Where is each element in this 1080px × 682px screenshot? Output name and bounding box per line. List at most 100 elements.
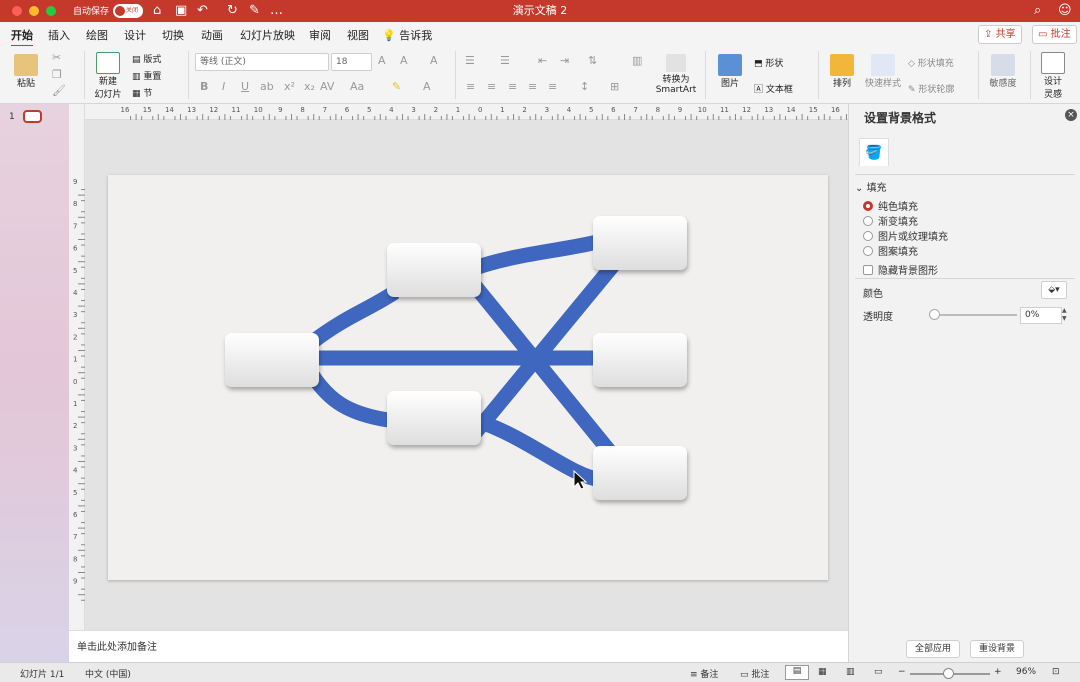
diagram-box-lower (387, 391, 481, 445)
shapes-button[interactable]: ⬒ 形状 (754, 56, 783, 69)
zoom-out-icon[interactable]: − (898, 667, 906, 677)
increase-indent-icon[interactable]: ⇥ (560, 54, 569, 67)
transparency-stepper[interactable]: ▲ ▼ (1062, 307, 1070, 324)
sensitivity-button[interactable]: 敏感度 (986, 54, 1020, 89)
char-spacing-icon[interactable]: AV (320, 80, 334, 93)
radio-pattern-fill[interactable]: 图案填充 (863, 243, 918, 258)
transparency-slider-track[interactable] (933, 314, 1017, 316)
paste-button[interactable]: 粘贴 (10, 54, 42, 89)
align-center-icon[interactable]: ≡ (487, 80, 496, 93)
comment-label: 批注 (1050, 29, 1071, 40)
fit-to-window-icon[interactable]: ⊡ (1052, 667, 1060, 677)
increase-font-icon[interactable]: A (378, 54, 386, 67)
notes-toggle[interactable]: ≡ 备注 (690, 667, 718, 680)
reading-view-icon[interactable]: ▥ (846, 667, 855, 677)
section-button[interactable]: ▦ 节 (132, 86, 152, 99)
change-case-icon[interactable]: Aa (350, 80, 364, 93)
hide-background-checkbox[interactable]: 隐藏背景图形 (863, 262, 938, 277)
reset-button[interactable]: ▥ 重置 (132, 69, 161, 82)
subscript-icon[interactable]: x₂ (304, 80, 315, 93)
comments-toggle[interactable]: ▭ 批注 (740, 667, 769, 680)
quick-styles-button[interactable]: 快速样式 (864, 54, 902, 89)
tab-review[interactable]: 审阅 (309, 27, 331, 43)
zoom-slider-thumb[interactable] (943, 668, 954, 679)
slide-thumbnail[interactable] (23, 110, 42, 123)
fill-section-header[interactable]: ⌄ 填充 (855, 174, 1075, 194)
transparency-input[interactable]: 0% (1020, 307, 1062, 324)
textbox-button[interactable]: 🄰 文本框 (754, 82, 793, 95)
zoom-level[interactable]: 96% (1016, 667, 1036, 677)
share-button[interactable]: ⇪ 共享 (978, 25, 1022, 44)
tab-tell-me[interactable]: 💡 告诉我 (382, 27, 432, 43)
ruler-label: 7 (633, 106, 637, 114)
font-color-icon[interactable]: A (423, 80, 431, 93)
normal-view-icon[interactable]: ▤ (785, 665, 809, 680)
numbering-icon[interactable]: ☰ (500, 54, 510, 67)
strikethrough-icon[interactable]: ab (260, 80, 274, 93)
align-left-icon[interactable]: ≡ (466, 80, 475, 93)
connector-left-bottom (304, 368, 396, 429)
account-icon[interactable]: ☺ (1058, 3, 1072, 19)
apply-all-button[interactable]: 全部应用 (906, 640, 961, 658)
bullets-icon[interactable]: ☰ (465, 54, 475, 67)
picture-button[interactable]: 图片 (713, 54, 747, 89)
columns-icon[interactable]: ▥ (632, 54, 642, 67)
language-indicator[interactable]: 中文 (中国) (85, 667, 131, 680)
font-size-select[interactable]: 18 (331, 53, 372, 71)
designer-button[interactable]: 设计 灵感 (1038, 52, 1068, 100)
slide[interactable] (108, 175, 828, 580)
tab-insert[interactable]: 插入 (48, 27, 70, 43)
shape-outline-button[interactable]: ✎ 形状轮廓 (908, 82, 954, 95)
format-painter-icon[interactable]: 🖌 (52, 84, 66, 97)
ruler-label: 12 (209, 106, 218, 114)
underline-icon[interactable]: U (241, 80, 249, 93)
fill-tab-icon[interactable]: 🪣 (859, 138, 889, 166)
color-picker-button[interactable]: ⬙▾ (1041, 281, 1067, 299)
notes-pane[interactable]: 单击此处添加备注 (69, 630, 848, 662)
slide-sorter-icon[interactable]: ▦ (818, 667, 827, 677)
convert-smartart-button[interactable]: 转换为 SmartArt (655, 54, 697, 95)
clear-format-icon[interactable]: A (430, 54, 438, 67)
tab-slideshow[interactable]: 幻灯片放映 (240, 27, 295, 43)
radio-gradient-fill[interactable]: 渐变填充 (863, 213, 918, 228)
align-text-icon[interactable]: ⊞ (610, 80, 619, 93)
tab-animations[interactable]: 动画 (201, 27, 223, 43)
cut-icon[interactable]: ✂ (52, 51, 61, 64)
highlight-icon[interactable]: ✎ (392, 80, 401, 93)
slideshow-icon[interactable]: ▭ (874, 667, 883, 677)
align-right-icon[interactable]: ≡ (508, 80, 517, 93)
tab-home[interactable]: 开始 (11, 27, 33, 47)
ruler-label: 1 (73, 400, 77, 408)
transparency-slider-thumb[interactable] (929, 309, 940, 320)
arrange-button[interactable]: 排列 (826, 54, 858, 89)
tab-design[interactable]: 设计 (124, 27, 146, 43)
copy-icon[interactable]: ❐ (52, 68, 62, 81)
radio-picture-fill[interactable]: 图片或纹理填充 (863, 228, 948, 243)
decrease-indent-icon[interactable]: ⇤ (538, 54, 547, 67)
close-panel-icon[interactable]: × (1065, 109, 1077, 121)
distributed-icon[interactable]: ≡ (548, 80, 557, 93)
layout-button[interactable]: ▤ 版式 (132, 52, 161, 65)
justify-icon[interactable]: ≡ (528, 80, 537, 93)
radio-solid-fill[interactable]: 纯色填充 (863, 198, 918, 213)
tab-draw[interactable]: 绘图 (86, 27, 108, 43)
decrease-font-icon[interactable]: A (400, 54, 408, 67)
zoom-in-icon[interactable]: + (994, 667, 1002, 677)
search-icon[interactable]: ⌕ (1034, 3, 1041, 19)
line-spacing-icon[interactable]: ↕ (580, 80, 589, 93)
quick-styles-label: 快速样式 (864, 79, 901, 89)
ruler-label: 10 (254, 106, 263, 114)
reset-background-button[interactable]: 重设背景 (970, 640, 1025, 658)
tab-view[interactable]: 视图 (347, 27, 369, 43)
bold-icon[interactable]: B (200, 80, 208, 93)
text-direction-icon[interactable]: ⇅ (588, 54, 597, 67)
layout-label: 版式 (143, 55, 162, 65)
superscript-icon[interactable]: x² (284, 80, 295, 93)
tab-transitions[interactable]: 切换 (162, 27, 184, 43)
font-family-select[interactable]: 等线 (正文) (195, 53, 329, 71)
italic-icon[interactable]: I (222, 80, 225, 93)
ruler-label: 6 (73, 245, 78, 253)
new-slide-button[interactable]: 新建 幻灯片 (90, 52, 126, 100)
shape-fill-button[interactable]: ◇ 形状填充 (908, 56, 954, 69)
comment-button[interactable]: ▭ 批注 (1032, 25, 1077, 44)
